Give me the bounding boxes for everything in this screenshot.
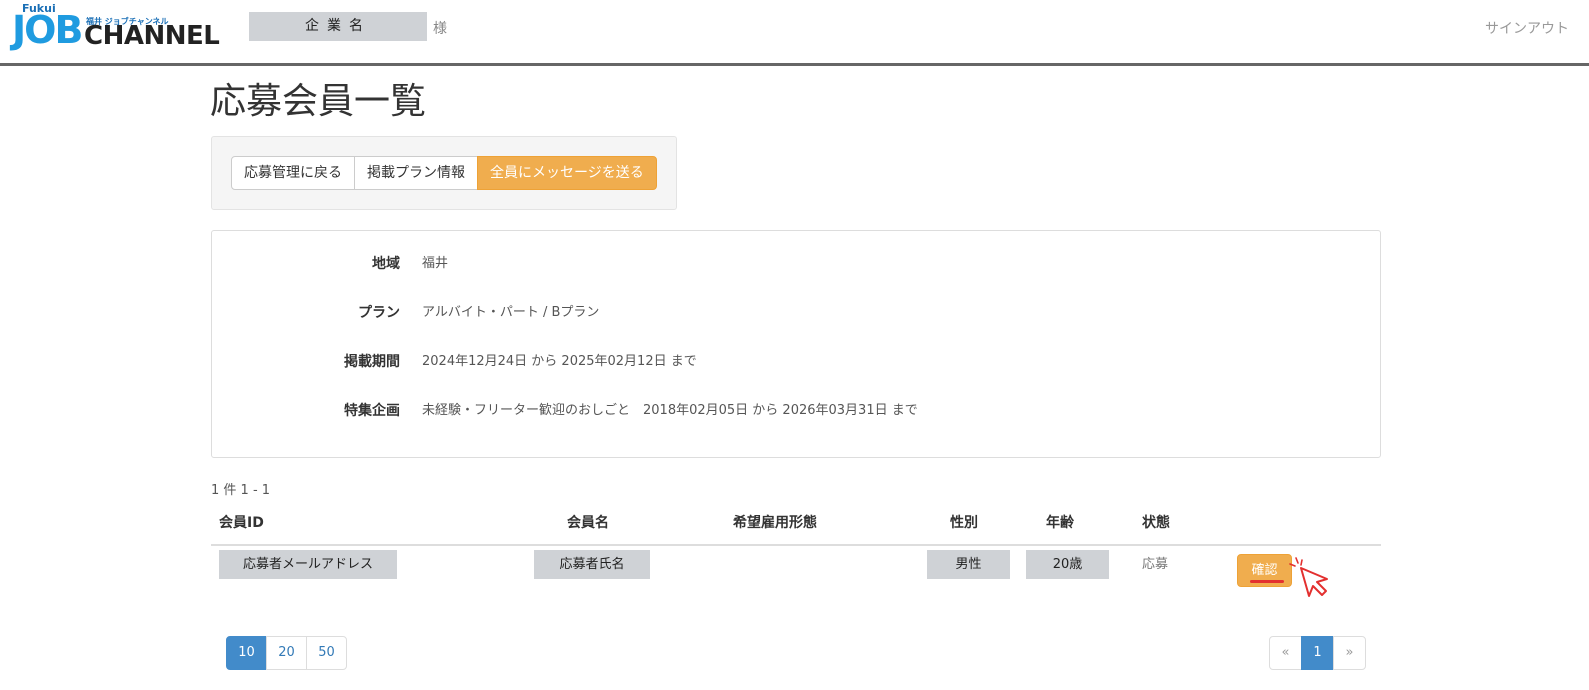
- pointer-cursor-icon: [1289, 557, 1328, 597]
- gender-cell: 男性: [927, 550, 1010, 579]
- message-all-button[interactable]: 全員にメッセージを送る: [477, 156, 657, 190]
- header-member-id: 会員ID: [219, 515, 264, 531]
- info-row-period: 掲載期間 2024年12月24日 から 2025年02月12日 まで: [212, 352, 1380, 372]
- header-employment-type: 希望雇用形態: [733, 515, 817, 531]
- status-cell: 応募: [1142, 557, 1169, 572]
- posting-info-panel: 地域 福井 プラン アルバイト・パート / Bプラン 掲載期間 2024年12月…: [211, 230, 1381, 458]
- feature-label: 特集企画: [344, 403, 400, 419]
- info-row-region: 地域 福井: [212, 254, 1380, 274]
- logo-channel-text: CHANNEL: [84, 21, 220, 51]
- feature-value: 未経験・フリーター歓迎のおしごと 2018年02月05日 から 2026年03月…: [422, 403, 918, 418]
- info-row-feature: 特集企画 未経験・フリーター歓迎のおしごと 2018年02月05日 から 202…: [212, 401, 1380, 421]
- header-age: 年齢: [1046, 515, 1074, 531]
- info-row-plan: プラン アルバイト・パート / Bプラン: [212, 303, 1380, 323]
- plan-label: プラン: [358, 305, 400, 321]
- region-label: 地域: [372, 256, 400, 272]
- signout-link[interactable]: サインアウト: [1485, 18, 1569, 38]
- plan-info-button[interactable]: 掲載プラン情報: [354, 156, 478, 190]
- pagination-prev[interactable]: «: [1269, 636, 1302, 670]
- site-header: Fukui JOB 福井 ジョブチャンネル CHANNEL 企業名 様 サインア…: [0, 0, 1589, 66]
- back-to-management-button[interactable]: 応募管理に戻る: [231, 156, 355, 190]
- pagination-next[interactable]: »: [1333, 636, 1366, 670]
- header-member-name: 会員名: [567, 515, 609, 531]
- period-label: 掲載期間: [344, 354, 400, 370]
- member-id-cell: 応募者メールアドレス: [219, 550, 397, 579]
- company-name: 企業名: [249, 12, 427, 41]
- member-name-cell: 応募者氏名: [534, 550, 650, 579]
- pagination: « 1 »: [1269, 636, 1366, 670]
- page-size-selector: 10 20 50: [226, 636, 347, 670]
- jobchannel-logo[interactable]: Fukui JOB 福井 ジョブチャンネル CHANNEL: [10, 2, 232, 52]
- page-size-50[interactable]: 50: [306, 636, 347, 670]
- confirm-highlight-underline: [1250, 580, 1284, 583]
- result-count: 1 件 1 - 1: [211, 483, 271, 498]
- page-size-10[interactable]: 10: [226, 636, 267, 670]
- logo-job-text: JOB: [12, 8, 83, 52]
- company-suffix: 様: [433, 21, 447, 37]
- table-header-divider: [211, 544, 1381, 546]
- age-cell: 20歳: [1026, 550, 1109, 579]
- action-button-group: 応募管理に戻る 掲載プラン情報 全員にメッセージを送る: [231, 156, 657, 190]
- region-value: 福井: [422, 256, 449, 271]
- action-toolbar: 応募管理に戻る 掲載プラン情報 全員にメッセージを送る: [211, 136, 677, 210]
- page-title: 応募会員一覧: [210, 81, 427, 122]
- page-size-20[interactable]: 20: [266, 636, 307, 670]
- header-status: 状態: [1142, 515, 1170, 531]
- header-gender: 性別: [950, 515, 978, 531]
- plan-value: アルバイト・パート / Bプラン: [422, 305, 600, 320]
- pagination-page-1[interactable]: 1: [1301, 636, 1334, 670]
- period-value: 2024年12月24日 から 2025年02月12日 まで: [422, 354, 697, 369]
